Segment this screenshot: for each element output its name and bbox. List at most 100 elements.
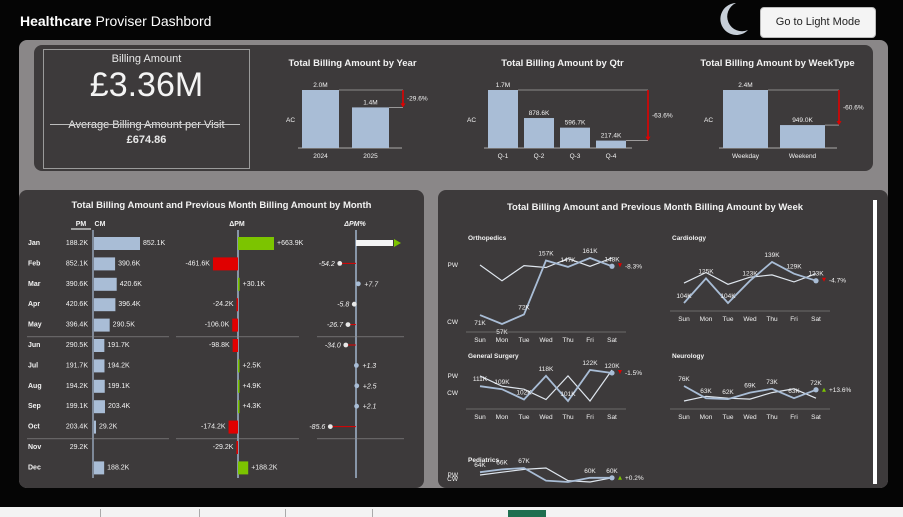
month-label: Apr: [28, 301, 40, 308]
pm-value: 194.2K: [66, 383, 89, 390]
tab-divider: [372, 509, 373, 517]
dpmp-value: -5.8: [337, 302, 349, 309]
cm-bar: [94, 298, 116, 312]
day-label: Mon: [700, 316, 713, 323]
point-label: 101K: [560, 391, 576, 398]
category-label: Weekend: [789, 153, 817, 160]
point-label: 63K: [700, 388, 712, 395]
cm-value: 420.6K: [120, 281, 143, 288]
bar-Q-3: [560, 127, 590, 148]
dpmp-value: +1.3: [362, 363, 376, 370]
dpm-header: ΔPM: [229, 221, 245, 228]
point-label: 60K: [584, 468, 596, 475]
day-label: Mon: [496, 414, 509, 421]
day-label: Tue: [519, 337, 530, 344]
day-label: Sat: [607, 337, 617, 344]
axis-label: AC: [286, 117, 295, 124]
variance-arrowhead: [400, 103, 406, 108]
bar-Q-4: [596, 140, 626, 148]
dpmp-marker: [354, 403, 360, 409]
cm-bar: [94, 420, 96, 434]
qtr-bar-chart: AC 1.7M Q-1 878.6K Q-2 596.7K Q-3 217.4K Q-4 -63.…: [467, 82, 673, 160]
dpm-value: +188.2K: [251, 464, 278, 471]
cm-value: 191.7K: [107, 342, 130, 349]
moon-icon[interactable]: [710, 0, 750, 38]
point-label: 109K: [494, 379, 510, 386]
dpm-value: +30.1K: [243, 281, 266, 288]
week-panel-scrollbar[interactable]: [873, 200, 877, 484]
pm-value: 188.2K: [66, 240, 89, 247]
day-label: Sun: [678, 316, 690, 323]
day-label: Sun: [678, 414, 690, 421]
dpmp-marker: [354, 383, 360, 389]
pm-header: PM: [76, 221, 87, 228]
point-label: 69K: [744, 383, 756, 390]
bar-value-label: 1.4M: [363, 99, 377, 106]
billing-value: £3.36M: [89, 66, 204, 104]
bar-Weekend: [780, 125, 825, 148]
day-label: Tue: [519, 414, 530, 421]
variance-arrow: [822, 387, 826, 392]
cm-value: 396.4K: [118, 301, 141, 308]
point-label: 123K: [808, 271, 824, 278]
category-label: 2024: [313, 153, 328, 160]
dpm-bar: [232, 339, 238, 352]
point-label: 104K: [720, 293, 736, 300]
year-chart-title: Total Billing Amount by Year: [288, 58, 417, 69]
day-label: Thu: [766, 414, 778, 421]
dpmp-marker: [351, 301, 357, 307]
variance-label: -8.3%: [625, 263, 642, 270]
month-label: Jul: [28, 362, 38, 369]
month-label: Jan: [28, 240, 40, 247]
cm-value: 203.4K: [108, 403, 131, 410]
point-label: 122K: [582, 360, 598, 367]
point-label: 147K: [560, 257, 576, 264]
dpmp-value: +2.5: [363, 383, 377, 390]
point-label: 63K: [788, 388, 800, 395]
dpm-bar: [228, 420, 238, 434]
last-point-marker: [813, 278, 819, 284]
day-label: Fri: [586, 337, 594, 344]
dpmp-header: ΔPM%: [343, 221, 366, 228]
tab-divider: [199, 509, 200, 517]
month-label: Mar: [28, 281, 41, 288]
dpm-bar: [238, 461, 249, 475]
pm-value: 420.6K: [66, 301, 89, 308]
dpmp-marker: [343, 342, 349, 348]
point-label: 111K: [473, 376, 488, 383]
day-label: Sat: [811, 316, 821, 323]
day-label: Mon: [496, 337, 509, 344]
month-label: May: [28, 322, 42, 329]
category-label: 2025: [363, 153, 378, 160]
variance-label: -60.6%: [843, 105, 864, 112]
point-label: 104K: [676, 293, 692, 300]
category-label: Q-3: [570, 153, 581, 160]
pm-value: 29.2K: [70, 444, 89, 451]
title-rest: Proviser Dashbord: [91, 13, 212, 29]
title-bold: Healthcare: [20, 13, 92, 29]
point-label: 76K: [678, 376, 690, 383]
variance-arrowhead: [836, 121, 842, 126]
day-label: Fri: [790, 414, 798, 421]
day-label: Wed: [743, 316, 757, 323]
bar-value-label: 949.0K: [792, 117, 813, 124]
variance-label: +13.6%: [829, 387, 851, 394]
category-label: Weekday: [732, 153, 760, 160]
point-label: 72K: [810, 380, 822, 387]
day-label: Sat: [607, 414, 617, 421]
dpmp-marker: [327, 424, 333, 429]
day-label: Sun: [474, 414, 486, 421]
last-point-marker: [609, 263, 615, 269]
day-label: Wed: [539, 337, 553, 344]
active-sheet-tab[interactable]: [508, 510, 546, 517]
day-label: Wed: [539, 414, 553, 421]
point-label: 125K: [698, 268, 714, 275]
category-label: Q-4: [606, 153, 617, 160]
specialty-title: General Surgery: [468, 353, 519, 360]
tab-divider: [285, 509, 286, 517]
pm-value: 199.1K: [66, 403, 89, 410]
avg-billing-label: Average Billing Amount per Visit: [68, 119, 225, 131]
light-mode-button[interactable]: Go to Light Mode: [760, 7, 876, 38]
cm-bar: [94, 400, 105, 414]
dpm-bar: [238, 400, 240, 414]
